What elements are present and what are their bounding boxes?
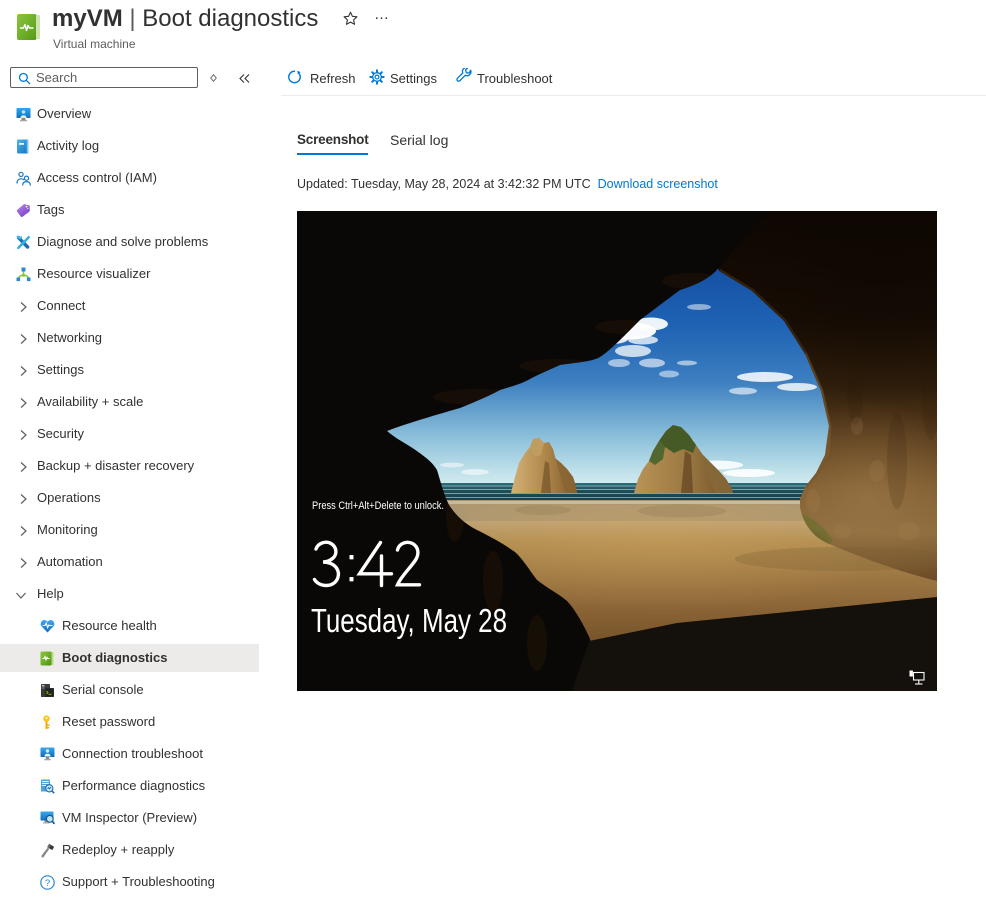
svg-text:?: ? bbox=[45, 878, 50, 889]
svg-text:Press Ctrl+Alt+Delete to unloc: Press Ctrl+Alt+Delete to unlock. bbox=[312, 500, 444, 512]
svg-text:Tuesday, May 28: Tuesday, May 28 bbox=[311, 602, 507, 639]
